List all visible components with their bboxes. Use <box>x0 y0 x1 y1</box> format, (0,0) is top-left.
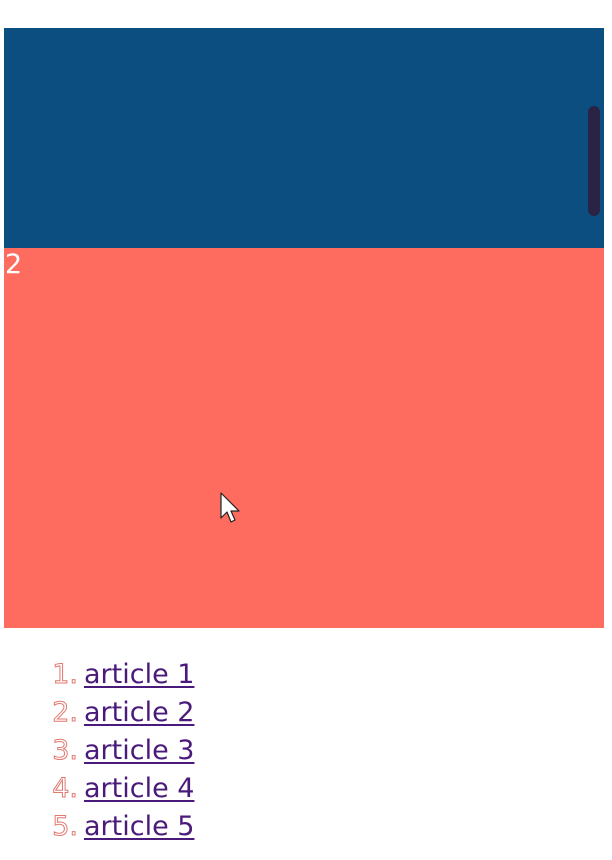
scroll-panel-1 <box>4 28 604 248</box>
list-marker: 3. <box>52 735 79 767</box>
article-link-2[interactable]: article 2 <box>84 694 194 732</box>
article-link-1[interactable]: article 1 <box>84 656 194 694</box>
article-link-3[interactable]: article 3 <box>84 732 194 770</box>
list-marker: 5. <box>52 811 79 843</box>
list-marker: 2. <box>52 697 79 729</box>
list-marker: 4. <box>52 773 79 805</box>
article-link-5[interactable]: article 5 <box>84 808 194 846</box>
panel-number: 2 <box>5 249 23 280</box>
page: 2 1. article 1 2. article 2 3. article 3… <box>0 0 612 860</box>
list-marker: 1. <box>52 659 79 691</box>
scrollbar-thumb[interactable] <box>588 106 600 216</box>
article-link-4[interactable]: article 4 <box>84 770 194 808</box>
arrow-cursor-icon <box>220 492 240 523</box>
scroll-container[interactable]: 2 <box>4 28 604 628</box>
scroll-panel-2: 2 <box>4 248 604 628</box>
